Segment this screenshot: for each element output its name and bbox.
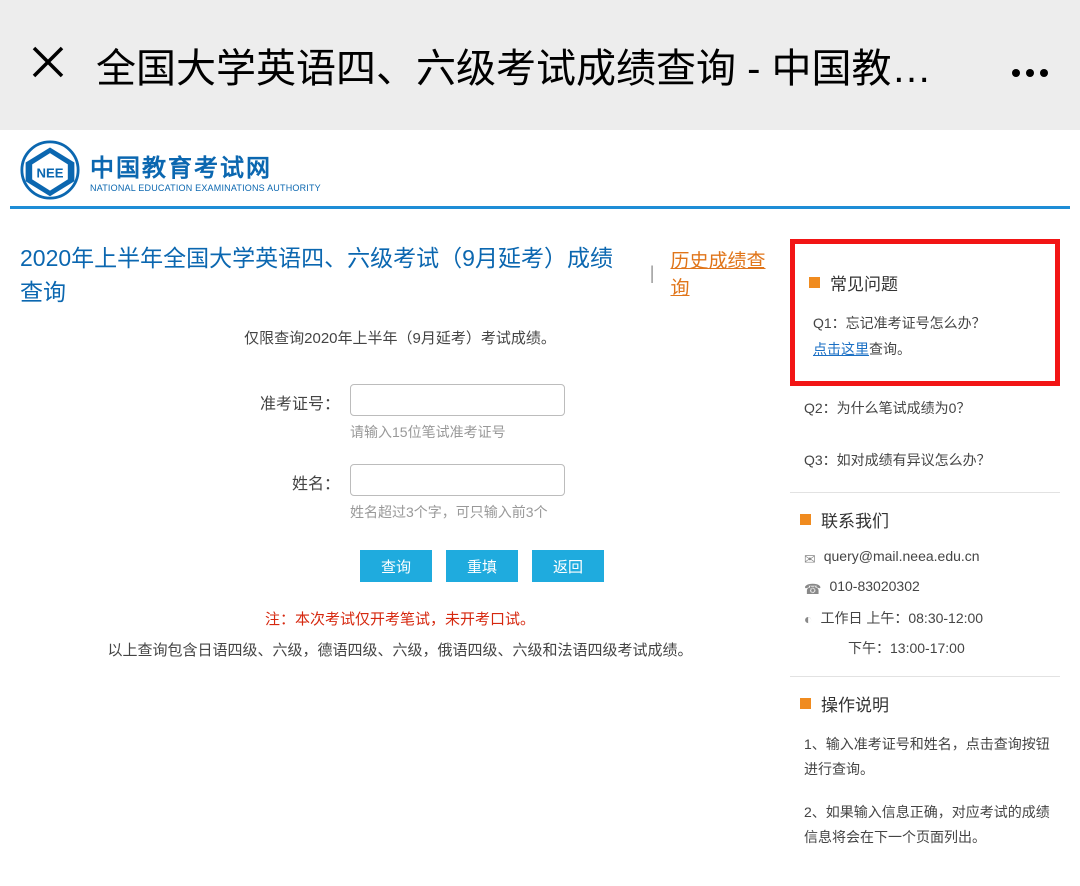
- history-scores-link[interactable]: 历史成绩查询: [670, 246, 780, 300]
- ticket-hint: 请输入15位笔试准考证号: [350, 422, 660, 442]
- ops-step-1: 1、输入准考证号和姓名，点击查询按钮进行查询。: [800, 732, 1050, 782]
- ops-heading: 操作说明: [821, 691, 889, 716]
- square-bullet-icon: [800, 698, 811, 709]
- ticket-input[interactable]: [350, 384, 565, 416]
- logo[interactable]: NEE 中国教育考试网 NATIONAL EDUCATION EXAMINATI…: [20, 140, 321, 200]
- site-header: NEE 中国教育考试网 NATIONAL EDUCATION EXAMINATI…: [0, 130, 1080, 206]
- close-icon[interactable]: [30, 44, 66, 87]
- ops-step-2: 2、如果输入信息正确，对应考试的成绩信息将会在下一个页面列出。: [800, 800, 1050, 850]
- main-panel: 2020年上半年全国大学英语四、六级考试（9月延考）成绩查询 | 历史成绩查询 …: [20, 239, 780, 886]
- more-icon[interactable]: [1010, 41, 1050, 89]
- faq-heading: 常见问题: [830, 270, 898, 295]
- faq-highlight-box: 常见问题 Q1：忘记准考证号怎么办？ 点击这里查询。: [790, 239, 1060, 386]
- languages-note: 以上查询包含日语四级、六级，德语四级、六级，俄语四级、六级和法语四级考试成绩。: [20, 639, 780, 660]
- ticket-label: 准考证号：: [140, 384, 350, 414]
- email-icon: ✉: [804, 551, 816, 568]
- logo-en-text: NATIONAL EDUCATION EXAMINATIONS AUTHORIT…: [90, 183, 321, 193]
- page-title: 全国大学英语四、六级考试成绩查询 - 中国教…: [96, 36, 1010, 94]
- mobile-top-bar: 全国大学英语四、六级考试成绩查询 - 中国教…: [0, 0, 1080, 130]
- svg-text:NEE: NEE: [37, 166, 64, 181]
- phone-icon: ☎: [804, 581, 821, 598]
- square-bullet-icon: [809, 277, 820, 288]
- contact-email: query@mail.neea.edu.cn: [824, 548, 980, 564]
- faq-q3: Q3：如对成绩有异议怎么办？: [800, 448, 1050, 474]
- contact-hours-1: 工作日 上午：08:30-12:00: [820, 608, 983, 628]
- logo-badge-icon: NEE: [20, 140, 80, 200]
- title-separator: |: [650, 263, 655, 284]
- logo-cn-text: 中国教育考试网: [90, 148, 321, 183]
- sidebar: 常见问题 Q1：忘记准考证号怎么办？ 点击这里查询。 Q2：为什么笔试成绩为0？…: [790, 239, 1070, 886]
- reset-button[interactable]: 重填: [446, 550, 518, 582]
- clock-icon: ◐: [804, 611, 812, 627]
- faq-q1: Q1：忘记准考证号怎么办？ 点击这里查询。: [809, 311, 1041, 363]
- contact-phone: 010-83020302: [829, 578, 919, 594]
- faq-q1-link[interactable]: 点击这里: [813, 341, 869, 357]
- back-button[interactable]: 返回: [532, 550, 604, 582]
- name-input[interactable]: [350, 464, 565, 496]
- contact-heading: 联系我们: [821, 507, 889, 532]
- name-label: 姓名：: [140, 464, 350, 494]
- main-title: 2020年上半年全国大学英语四、六级考试（9月延考）成绩查询: [20, 239, 634, 307]
- query-form: 准考证号： 请输入15位笔试准考证号 姓名： 姓名超过3个字，可只输入前3个 查…: [140, 384, 660, 582]
- contact-hours-2: 下午：13:00-17:00: [800, 638, 1050, 658]
- name-hint: 姓名超过3个字，可只输入前3个: [350, 502, 660, 522]
- faq-q2: Q2：为什么笔试成绩为0？: [800, 396, 1050, 422]
- square-bullet-icon: [800, 514, 811, 525]
- query-button[interactable]: 查询: [360, 550, 432, 582]
- warning-note: 注：本次考试仅开考笔试，未开考口试。: [20, 608, 780, 629]
- scope-note: 仅限查询2020年上半年（9月延考）考试成绩。: [20, 327, 780, 348]
